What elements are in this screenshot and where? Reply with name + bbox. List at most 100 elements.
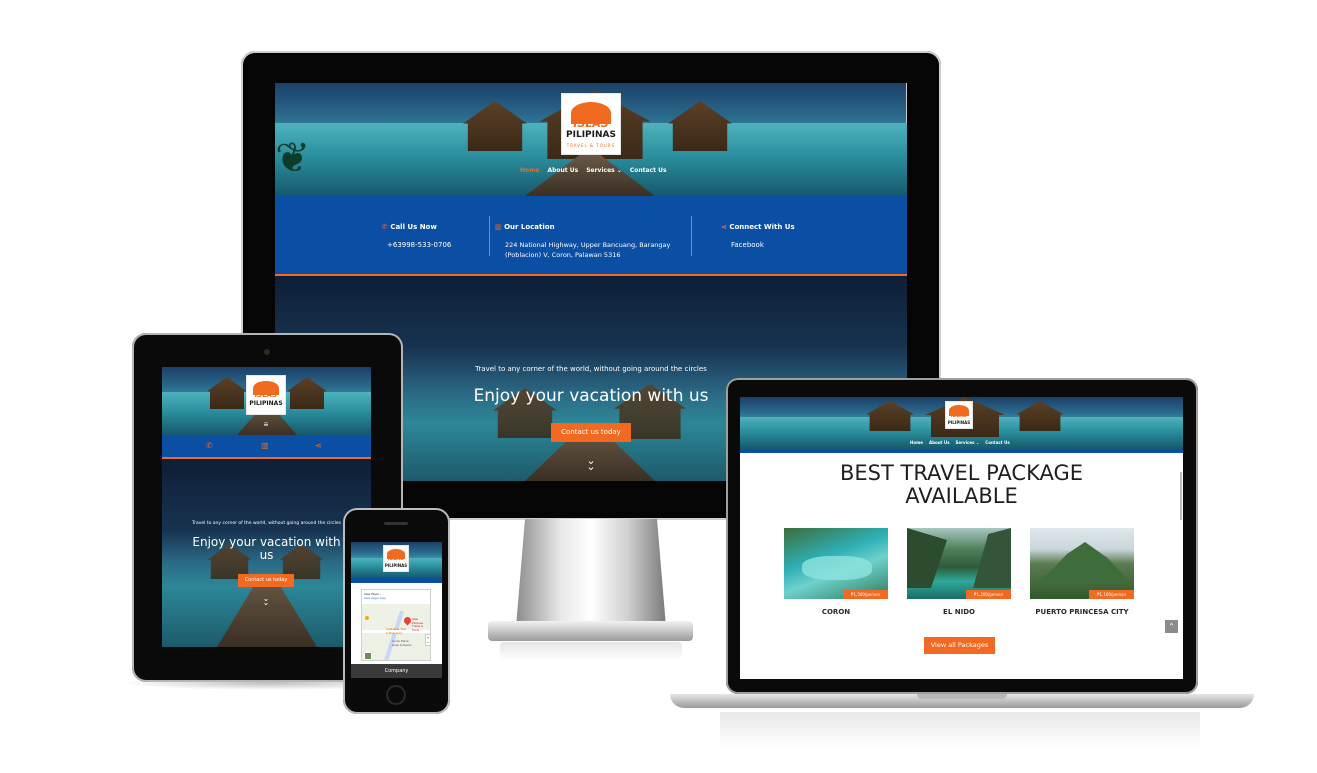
address-line2: (Poblacion) V, Coron, Palawan 5316 [505, 251, 621, 259]
footer-company-heading: Company [384, 668, 409, 674]
logo-line2: PILIPINAS [384, 563, 408, 568]
site-logo[interactable]: ISLAS PILIPINAS [383, 545, 409, 572]
packages-heading-line2: AVAILABLE [905, 484, 1018, 508]
phone-speaker [384, 522, 408, 525]
mountain-shape [1040, 542, 1130, 582]
packages-heading-line1: BEST TRAVEL PACKAGE [839, 461, 1084, 485]
nav-about[interactable]: About Us [929, 440, 950, 445]
hamburger-menu-icon[interactable]: ≡ [260, 420, 272, 429]
map-poi-label: Ugallatsar Taal & Boat Corp [386, 627, 406, 635]
hero-tagline: Travel to any corner of the world, witho… [192, 521, 341, 526]
logo-line2: PILIPINAS [566, 130, 616, 140]
divider [489, 216, 490, 256]
call-value[interactable]: +63998-533-0706 [387, 241, 451, 249]
map-poi-icon [365, 616, 369, 620]
scrollbar[interactable] [1180, 472, 1182, 520]
nav-contact[interactable]: Contact Us [985, 440, 1009, 445]
call-title: Call Us Now [390, 223, 437, 231]
laptop-reflection [720, 712, 1200, 748]
chevron-down-icon: ⌄ [616, 167, 622, 174]
logo-line3: TRAVEL & TOURS [566, 143, 616, 148]
double-chevron-down-icon[interactable]: ⌄ ⌄ [581, 456, 601, 473]
main-nav: Home About Us Services ⌄ Contact Us [520, 167, 670, 177]
map-pin-label: Islas Pilipinas Travel & Tours [412, 617, 430, 632]
share-icon[interactable]: ⋖ [315, 441, 322, 450]
package-card-image[interactable]: ₱1,500/person [784, 528, 888, 599]
tablet-hero: Travel to any corner of the world, witho… [162, 459, 371, 647]
price-badge: ₱1,500/person [843, 590, 888, 599]
map-icon[interactable]: ▥ [261, 441, 269, 450]
hero-headline: Enjoy your vacation with us [162, 536, 371, 562]
back-to-top-icon[interactable]: ⌃ [1165, 620, 1178, 633]
camera-icon [264, 349, 270, 355]
lagoon-shape [802, 556, 872, 580]
contact-us-button[interactable]: Contact us today [238, 574, 294, 587]
map-poi2-label: Coron Plaza Hotel & Resort [392, 639, 412, 647]
cliff-shape [973, 528, 1011, 588]
call-block: ✆ Call Us Now [382, 223, 437, 231]
location-title: Our Location [504, 223, 555, 231]
map-poi2-label-line2: Hotel & Resort [392, 642, 412, 647]
site-logo[interactable]: ISLAS PILIPINAS TRAVEL & TOURS [561, 93, 621, 155]
map-road [384, 610, 404, 660]
laptop-screen: ISLAS PILIPINAS Home About Us Services ⌄… [740, 397, 1183, 679]
logo-line1: ISLAS [387, 556, 405, 562]
connect-title: Connect With Us [729, 223, 795, 231]
scrollbar[interactable] [906, 83, 907, 123]
logo-line2: PILIPINAS [249, 400, 283, 407]
nav-services[interactable]: Services ⌄ [955, 440, 979, 445]
logo-line1: ISLAS [254, 391, 278, 399]
package-name[interactable]: CORON [784, 608, 888, 616]
hero-headline-line2: us [259, 548, 274, 562]
logo-line1: ISLAS [573, 117, 609, 130]
price-badge: ₱1,100/person [1089, 590, 1134, 599]
nav-about[interactable]: About Us [547, 167, 578, 177]
contact-us-button[interactable]: Contact us today [551, 423, 631, 442]
package-card-image[interactable]: ₱1,200/person [907, 528, 1011, 599]
nav-home[interactable]: Home [910, 440, 923, 445]
logo-line2: PILIPINAS [947, 420, 971, 425]
nav-services[interactable]: Services ⌄ [586, 167, 622, 177]
phone-icon[interactable]: ✆ [206, 441, 213, 450]
phone-info-bar [351, 578, 442, 583]
site-logo[interactable]: ISLAS PILIPINAS [945, 401, 973, 429]
package-name[interactable]: PUERTO PRINCESA CITY [1030, 608, 1134, 616]
nav-contact[interactable]: Contact Us [630, 167, 667, 177]
logo-line1: ISLAS [950, 413, 968, 419]
phone-icon: ✆ [382, 223, 388, 231]
laptop-notch [917, 694, 1007, 699]
package-name[interactable]: EL NIDO [907, 608, 1011, 616]
phone-home-button[interactable] [386, 685, 406, 705]
chevron-down-icon: ⌄ [975, 440, 980, 445]
connect-block: ⋖ Connect With Us [721, 223, 795, 231]
monitor-base [488, 621, 693, 641]
map-place-card: Islas Pilipin... View larger map [362, 590, 430, 604]
package-card-image[interactable]: ₱1,100/person [1030, 528, 1134, 599]
double-chevron-down-icon[interactable]: ⌄ ⌄ [259, 595, 273, 607]
map-zoom-control[interactable]: + − [425, 634, 430, 646]
tablet-info-bar: ✆ ▥ ⋖ [162, 435, 371, 459]
price-badge: ₱1,200/person [966, 590, 1011, 599]
nav-services-label: Services [586, 167, 615, 174]
map-pin-icon[interactable] [402, 615, 413, 626]
monitor-stand [516, 519, 666, 627]
map-icon: ▥ [495, 223, 502, 231]
embedded-map[interactable]: Islas Pilipin... View larger map Islas P… [361, 589, 431, 661]
map-pin-label-line2: Travel & Tours [412, 624, 424, 632]
monitor-base-reflection [500, 642, 682, 660]
share-icon: ⋖ [721, 223, 727, 231]
info-bar: ✆ Call Us Now +63998-533-0706 ▥ Our Loca… [275, 196, 907, 276]
phone-screen: ISLAS PILIPINAS Islas Pilipin... View la… [351, 542, 442, 678]
map-satellite-thumbnail[interactable] [364, 652, 372, 660]
main-nav: Home About Us Services ⌄ Contact Us [910, 440, 1010, 445]
facebook-link[interactable]: Facebook [731, 241, 764, 249]
address-line1: 224 National Highway, Upper Bancuang, Ba… [505, 241, 671, 249]
divider [691, 216, 692, 256]
palm-leaf-icon: ❦ [275, 133, 311, 182]
location-address: 224 National Highway, Upper Bancuang, Ba… [505, 240, 670, 260]
view-all-packages-button[interactable]: View all Packages [924, 637, 995, 654]
site-logo[interactable]: ISLAS PILIPINAS [246, 375, 286, 415]
map-view-larger-link[interactable]: View larger map [364, 596, 430, 600]
nav-home[interactable]: Home [520, 167, 539, 177]
tablet-screen: ISLAS PILIPINAS ≡ ✆ ▥ ⋖ Travel to any co… [162, 367, 371, 647]
